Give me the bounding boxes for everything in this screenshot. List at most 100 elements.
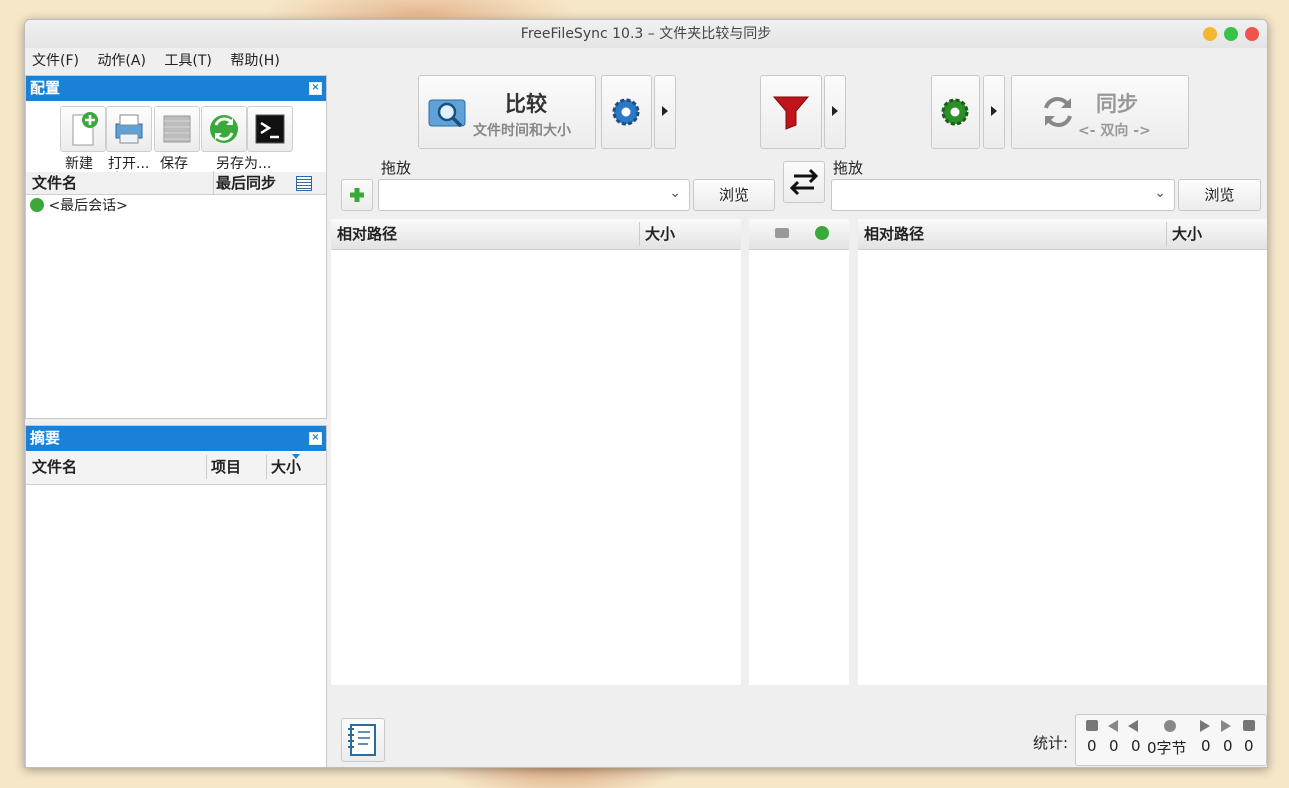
maximize-button[interactable] (1224, 27, 1238, 41)
sync-refresh-icon (30, 198, 44, 212)
stat-create-left: 0 (1087, 737, 1097, 755)
add-folder-pair-button[interactable] (341, 179, 373, 211)
summary-list-header: 文件名 项目 大小 (26, 452, 326, 485)
window-title: FreeFileSync 10.3 – 文件夹比较与同步 (520, 26, 772, 42)
sync-refresh-icon (210, 115, 238, 143)
left-file-grid[interactable]: 相对路径 大小 (331, 219, 741, 685)
open-label: 打开... (108, 156, 150, 172)
status-bar: 统计: 0 0 0 0字节 0 0 0 (331, 710, 1267, 767)
stat-update-right: 0 (1223, 737, 1233, 755)
close-button[interactable] (1245, 27, 1259, 41)
menu-actions[interactable]: 动作(A) (90, 48, 153, 74)
title-bar: FreeFileSync 10.3 – 文件夹比较与同步 (25, 20, 1267, 48)
left-browse-button[interactable]: 浏览 (693, 179, 775, 211)
stats-box: 0 0 0 0字节 0 0 0 (1075, 714, 1267, 766)
close-panel-icon[interactable]: × (309, 82, 322, 95)
config-panel-header: 配置 × (26, 76, 326, 101)
compare-settings-dropdown[interactable] (654, 75, 676, 149)
stats-label: 统计: (1033, 734, 1069, 752)
sync-settings-button[interactable] (931, 75, 980, 149)
save-as-script-button[interactable] (247, 106, 293, 152)
delete-right-icon (1200, 720, 1210, 732)
left-folder-input[interactable]: ⌄ (378, 179, 690, 211)
sync-settings-dropdown[interactable] (983, 75, 1005, 149)
save-label: 保存 (160, 156, 188, 172)
config-item-label: <最后会话> (48, 198, 128, 214)
column-options-icon[interactable] (296, 176, 312, 191)
config-list-item[interactable]: <最后会话> (30, 196, 128, 216)
stat-bytes: 0字节 (1147, 739, 1187, 757)
right-grid-header: 相对路径 大小 (858, 219, 1267, 250)
chevron-down-icon[interactable]: ⌄ (1154, 185, 1166, 201)
camera-toggle-icon[interactable] (775, 228, 789, 238)
delete-left-icon (1128, 720, 1138, 732)
sync-label: 同步 (1096, 92, 1138, 116)
summary-panel-title: 摘要 (30, 429, 61, 447)
compare-sub-label: 文件时间和大小 (473, 123, 571, 139)
chevron-down-icon[interactable]: ⌄ (669, 185, 681, 201)
minimize-button[interactable] (1203, 27, 1217, 41)
config-panel-title: 配置 (30, 79, 61, 97)
swap-sides-button[interactable] (783, 161, 825, 203)
create-right-icon (1243, 720, 1255, 731)
summary-panel-header: 摘要 × (26, 426, 326, 451)
middle-action-grid[interactable] (749, 219, 849, 685)
new-label: 新建 (65, 156, 93, 172)
dropdown-arrow-icon (991, 106, 997, 116)
col-header-items[interactable]: 项目 (206, 455, 241, 479)
save-config-button[interactable] (154, 106, 200, 152)
right-browse-button[interactable]: 浏览 (1178, 179, 1261, 211)
gear-green-icon (941, 98, 969, 126)
save-as-batch-button[interactable] (201, 106, 247, 152)
menu-file[interactable]: 文件(F) (25, 48, 86, 74)
col-header-size[interactable]: 大小 (1166, 222, 1202, 246)
col-header-last-sync[interactable]: 最后同步 (213, 171, 276, 195)
menu-help[interactable]: 帮助(H) (223, 48, 286, 74)
sync-button[interactable]: 同步 <- 双向 -> (1011, 75, 1189, 149)
sync-refresh-icon[interactable] (815, 226, 829, 240)
gear-blue-icon (612, 98, 640, 126)
filter-dropdown[interactable] (824, 75, 846, 149)
swap-arrows-icon (789, 168, 819, 196)
menu-bar: 文件(F) 动作(A) 工具(T) 帮助(H) (25, 48, 1267, 74)
new-config-button[interactable] (60, 106, 106, 152)
stat-update-left: 0 (1109, 737, 1119, 755)
compare-label: 比较 (505, 92, 547, 116)
terminal-icon (255, 114, 285, 144)
col-header-relative-path[interactable]: 相对路径 (337, 222, 397, 246)
col-header-name[interactable]: 文件名 (32, 171, 77, 195)
log-viewer-button[interactable] (341, 718, 385, 762)
stat-create-right: 0 (1244, 737, 1254, 755)
update-left-icon (1108, 720, 1118, 732)
sort-descending-icon (292, 454, 300, 459)
col-header-name[interactable]: 文件名 (32, 455, 77, 479)
right-folder-input[interactable]: ⌄ (831, 179, 1175, 211)
main-toolbar: 比较 文件时间和大小 同步 <- 双向 -> (331, 75, 1267, 153)
open-config-button[interactable] (106, 106, 152, 152)
compare-button[interactable]: 比较 文件时间和大小 (418, 75, 596, 149)
left-drop-label: 拖放 (381, 159, 412, 177)
config-list-header: 文件名 最后同步 (26, 171, 326, 195)
close-panel-icon[interactable]: × (309, 432, 322, 445)
col-header-relative-path[interactable]: 相对路径 (864, 222, 924, 246)
filter-funnel-icon (772, 96, 810, 130)
compare-settings-button[interactable] (601, 75, 652, 149)
folder-row: 拖放 ⌄ 浏览 拖放 ⌄ 浏览 (331, 155, 1267, 215)
config-panel: 配置 × 新建 打开... 保存 另存为... 文件名 最后同步 <最后会话> (25, 75, 327, 419)
save-icon (163, 115, 191, 143)
filter-button[interactable] (760, 75, 822, 149)
new-document-icon (72, 112, 98, 146)
stat-delete-right: 0 (1201, 737, 1211, 755)
bytes-icon (1164, 720, 1176, 732)
create-left-icon (1086, 720, 1098, 731)
plus-green-icon (350, 188, 364, 202)
open-printer-icon (115, 114, 143, 144)
stat-delete-left: 0 (1131, 737, 1141, 755)
col-header-size[interactable]: 大小 (639, 222, 675, 246)
notebook-log-icon (348, 724, 376, 756)
menu-tools[interactable]: 工具(T) (157, 48, 218, 74)
sync-arrows-grey-icon (1044, 97, 1072, 127)
middle-grid-header (749, 219, 849, 250)
right-file-grid[interactable]: 相对路径 大小 (858, 219, 1267, 685)
summary-panel: 摘要 × 文件名 项目 大小 (25, 425, 327, 767)
